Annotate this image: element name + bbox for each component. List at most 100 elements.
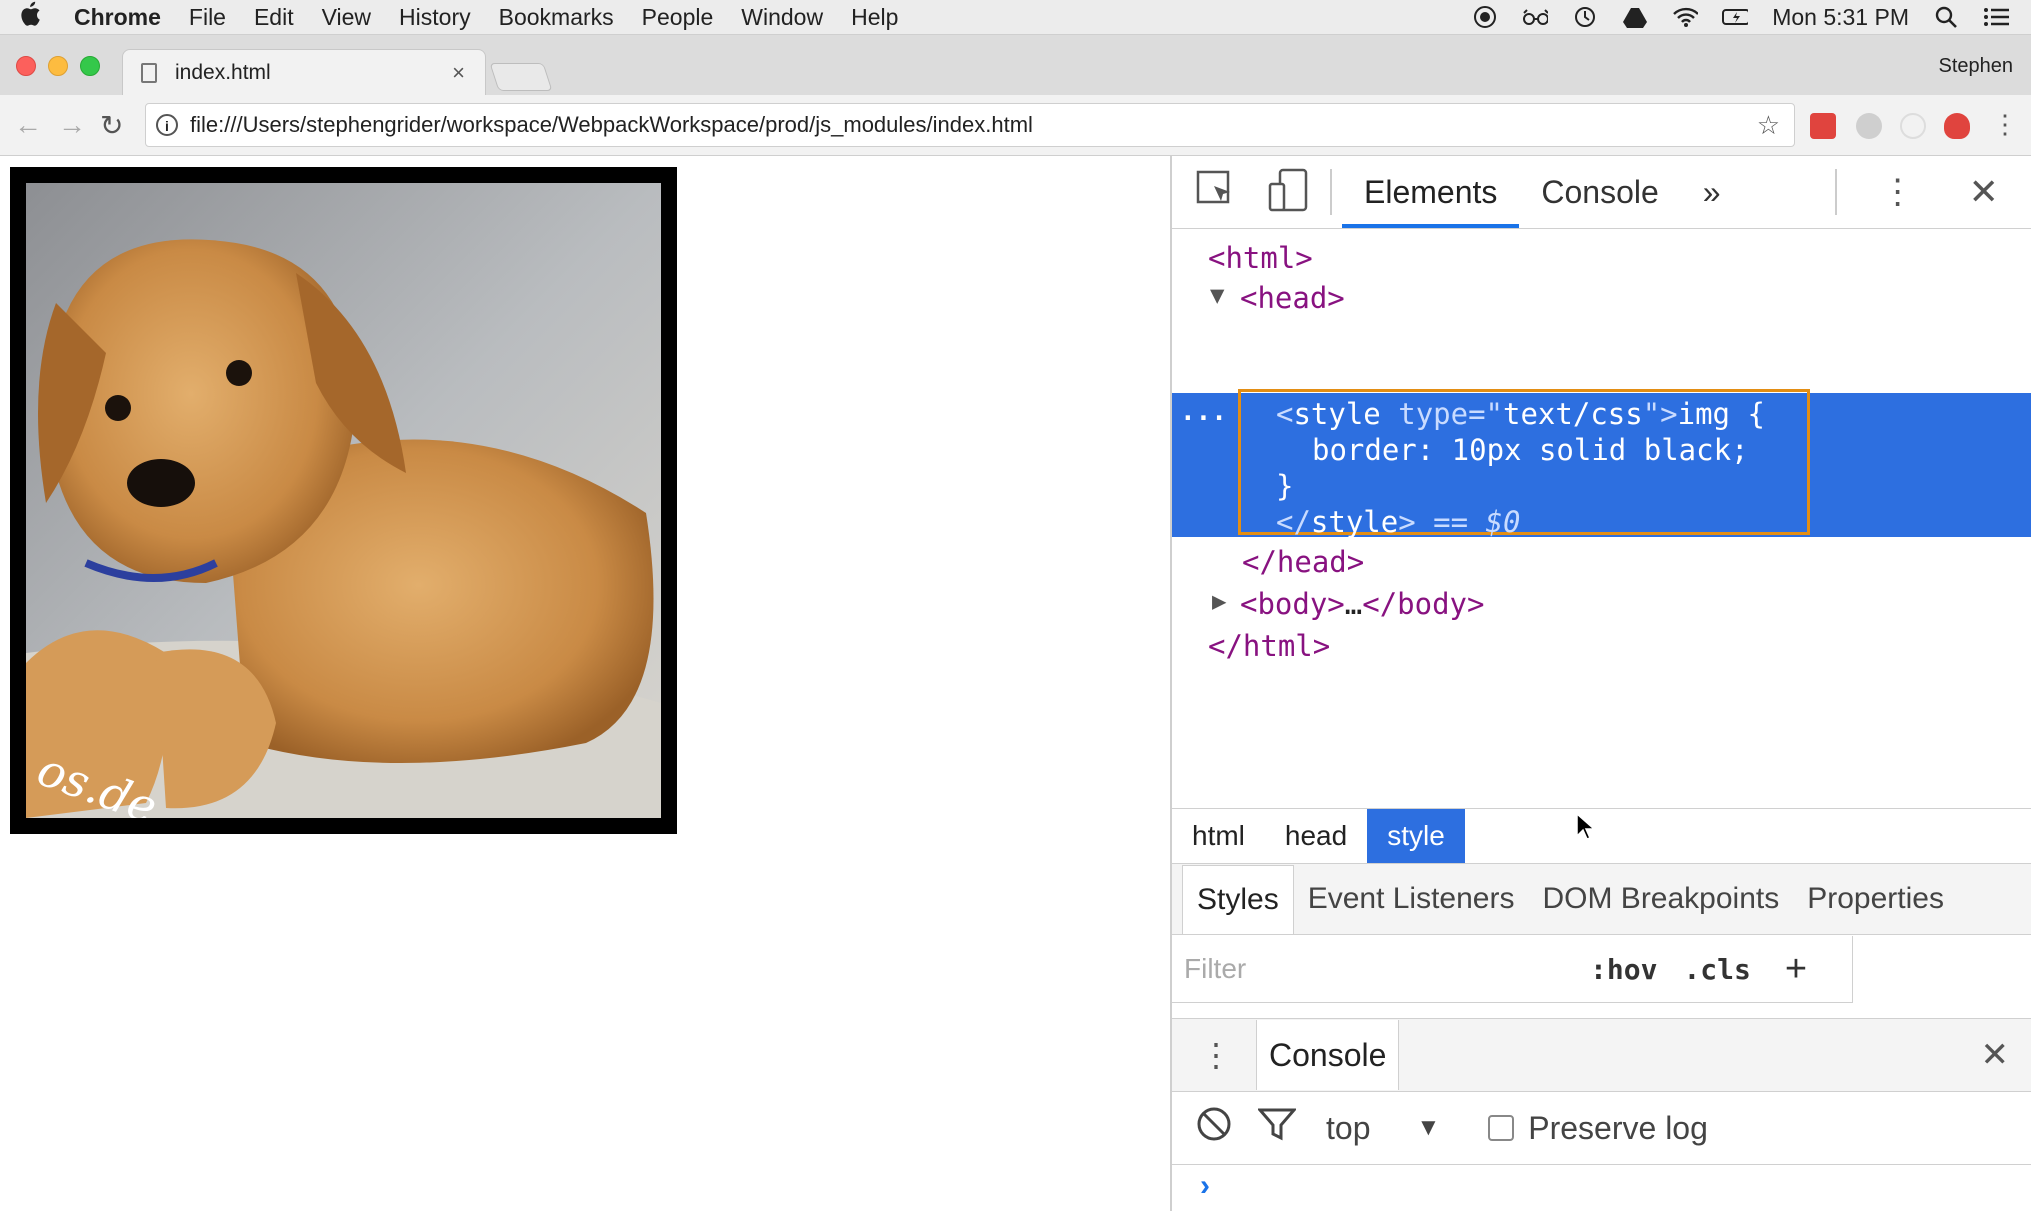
menu-help[interactable]: Help [837,4,912,31]
apple-menu-icon[interactable] [0,1,60,34]
console-drawer: ⋮ Console ✕ top ▼ Preserve log › [1172,1018,2031,1212]
drawer-header: ⋮ Console ✕ [1172,1019,2031,1092]
breadcrumb-head[interactable]: head [1265,809,1367,863]
menu-bookmarks[interactable]: Bookmarks [485,4,628,31]
menu-file[interactable]: File [175,4,240,31]
url-text[interactable]: file:///Users/stephengrider/workspace/We… [190,112,1033,138]
tab-close-icon[interactable]: × [452,60,465,86]
extension-circle-icon[interactable] [1900,113,1926,139]
more-tabs-chevron-icon[interactable]: » [1681,156,1743,228]
dom-body-collapsed[interactable]: <body>…</body> [1240,587,1484,621]
spotlight-search-icon[interactable] [1933,4,1959,30]
tab-console[interactable]: Console [1519,156,1680,228]
devtools-close-icon[interactable]: ✕ [1969,171,1999,213]
extension-ublock-icon[interactable] [1944,113,1970,139]
menu-people[interactable]: People [628,4,728,31]
menu-view[interactable]: View [308,4,385,31]
extension-lastpass-icon[interactable] [1810,113,1836,139]
devtools-menu-kebab-icon[interactable]: ⋮ [1881,172,1915,212]
extension-cloud-icon[interactable] [1856,113,1882,139]
tab-elements[interactable]: Elements [1342,156,1520,228]
menu-window[interactable]: Window [727,4,837,31]
sidebar-tabs: Styles Event Listeners DOM Breakpoints P… [1172,864,2031,935]
menu-history[interactable]: History [385,4,485,31]
browser-toolbar: ← → ↻ i file:///Users/stephengrider/work… [0,95,2031,156]
record-icon[interactable] [1472,4,1498,30]
tab-dom-breakpoints[interactable]: DOM Breakpoints [1528,865,1793,933]
filter-funnel-icon[interactable] [1256,1107,1298,1149]
dom-html-open[interactable]: <html> [1208,241,1313,275]
browser-tab-strip: index.html × Stephen [0,35,2031,96]
tab-event-listeners[interactable]: Event Listeners [1294,865,1529,933]
context-dropdown-arrow-icon[interactable]: ▼ [1416,1114,1440,1142]
info-icon[interactable]: i [156,114,178,136]
expand-triangle-head-icon[interactable]: ▼ [1210,281,1224,309]
context-selector[interactable]: top [1326,1110,1370,1147]
style-attr-eq: =" [1468,397,1504,431]
menubar-clock[interactable]: Mon 5:31 PM [1772,4,1909,31]
status-area: Mon 5:31 PM [1472,4,2031,31]
page-viewport: os.de [0,156,1170,1211]
styles-filter-input[interactable]: Filter [1184,953,1564,985]
style-close-lt: </ [1276,505,1311,539]
cls-toggle-button[interactable]: .cls [1683,953,1750,986]
drawer-tab-console[interactable]: Console [1256,1020,1400,1090]
selected-node-marker: == $0 [1415,505,1521,539]
drawer-close-icon[interactable]: ✕ [1981,1035,2010,1075]
node-actions-ellipsis[interactable]: ... [1180,397,1227,427]
dom-tree: <html> ▼ <head> ... <style type="text/cs… [1172,229,2031,840]
breadcrumb: html head style [1172,808,2031,864]
window-zoom-button[interactable] [80,56,100,76]
devtools-toolbar: Elements Console » ⋮ ✕ [1172,156,2031,229]
document-icon [141,63,157,83]
forward-arrow-icon[interactable]: → [58,109,86,141]
tab-properties[interactable]: Properties [1793,865,1958,933]
dom-head-close[interactable]: </head> [1242,545,1364,579]
clear-console-icon[interactable] [1196,1106,1232,1150]
device-toolbar-icon[interactable] [1268,168,1312,217]
style-attr-close: "> [1642,397,1678,431]
wifi-icon[interactable] [1672,4,1699,30]
preserve-log-label[interactable]: Preserve log [1528,1110,1708,1147]
chrome-menu-icon[interactable]: ⋮ [1992,109,2018,140]
dom-head-open[interactable]: <head> [1240,281,1345,315]
breadcrumb-style[interactable]: style [1367,809,1465,863]
body-ellipsis: … [1344,587,1363,621]
hov-toggle-button[interactable]: :hov [1590,953,1657,986]
new-tab-button[interactable] [489,63,553,91]
battery-icon[interactable] [1722,4,1749,30]
console-prompt-chevron-icon[interactable]: › [1200,1169,1210,1203]
profile-name[interactable]: Stephen [1938,55,2013,78]
menu-app-chrome[interactable]: Chrome [60,4,175,31]
address-bar[interactable]: i file:///Users/stephengrider/workspace/… [145,103,1795,147]
reload-icon[interactable]: ↻ [100,109,123,142]
style-tag-name: style [1293,397,1381,431]
inspect-element-icon[interactable] [1196,170,1236,215]
time-machine-icon[interactable] [1572,4,1598,30]
expand-triangle-body-icon[interactable]: ▶ [1212,587,1226,615]
tab-title: index.html [175,61,271,84]
body-close: </body> [1362,587,1485,621]
google-drive-icon[interactable] [1622,4,1648,30]
dom-style-close[interactable]: </style> == $0 [1276,505,1520,539]
glasses-icon[interactable] [1522,4,1549,30]
tab-styles[interactable]: Styles [1182,864,1294,934]
browser-tab-index[interactable]: index.html × [122,49,486,96]
devtools-panel: Elements Console » ⋮ ✕ <html> ▼ <head> .… [1170,156,2031,1212]
style-text-line1: img { [1677,397,1765,431]
drawer-menu-kebab-icon[interactable]: ⋮ [1200,1036,1232,1074]
back-arrow-icon[interactable]: ← [14,109,42,141]
preserve-log-checkbox[interactable] [1488,1115,1515,1141]
breadcrumb-html[interactable]: html [1172,809,1265,863]
window-close-button[interactable] [16,56,36,76]
window-minimize-button[interactable] [48,56,68,76]
puppy-photo: os.de [26,183,661,818]
new-style-rule-button[interactable]: + [1785,948,1807,991]
menu-edit[interactable]: Edit [240,4,308,31]
dom-html-close[interactable]: </html> [1208,629,1330,663]
notification-center-icon[interactable] [1983,4,2009,30]
toolbar-divider-2 [1834,169,1837,215]
dom-style-open[interactable]: <style type="text/css">img { [1276,397,1765,431]
console-toolbar: top ▼ Preserve log [1172,1092,2031,1165]
bookmark-star-icon[interactable]: ☆ [1757,110,1780,141]
